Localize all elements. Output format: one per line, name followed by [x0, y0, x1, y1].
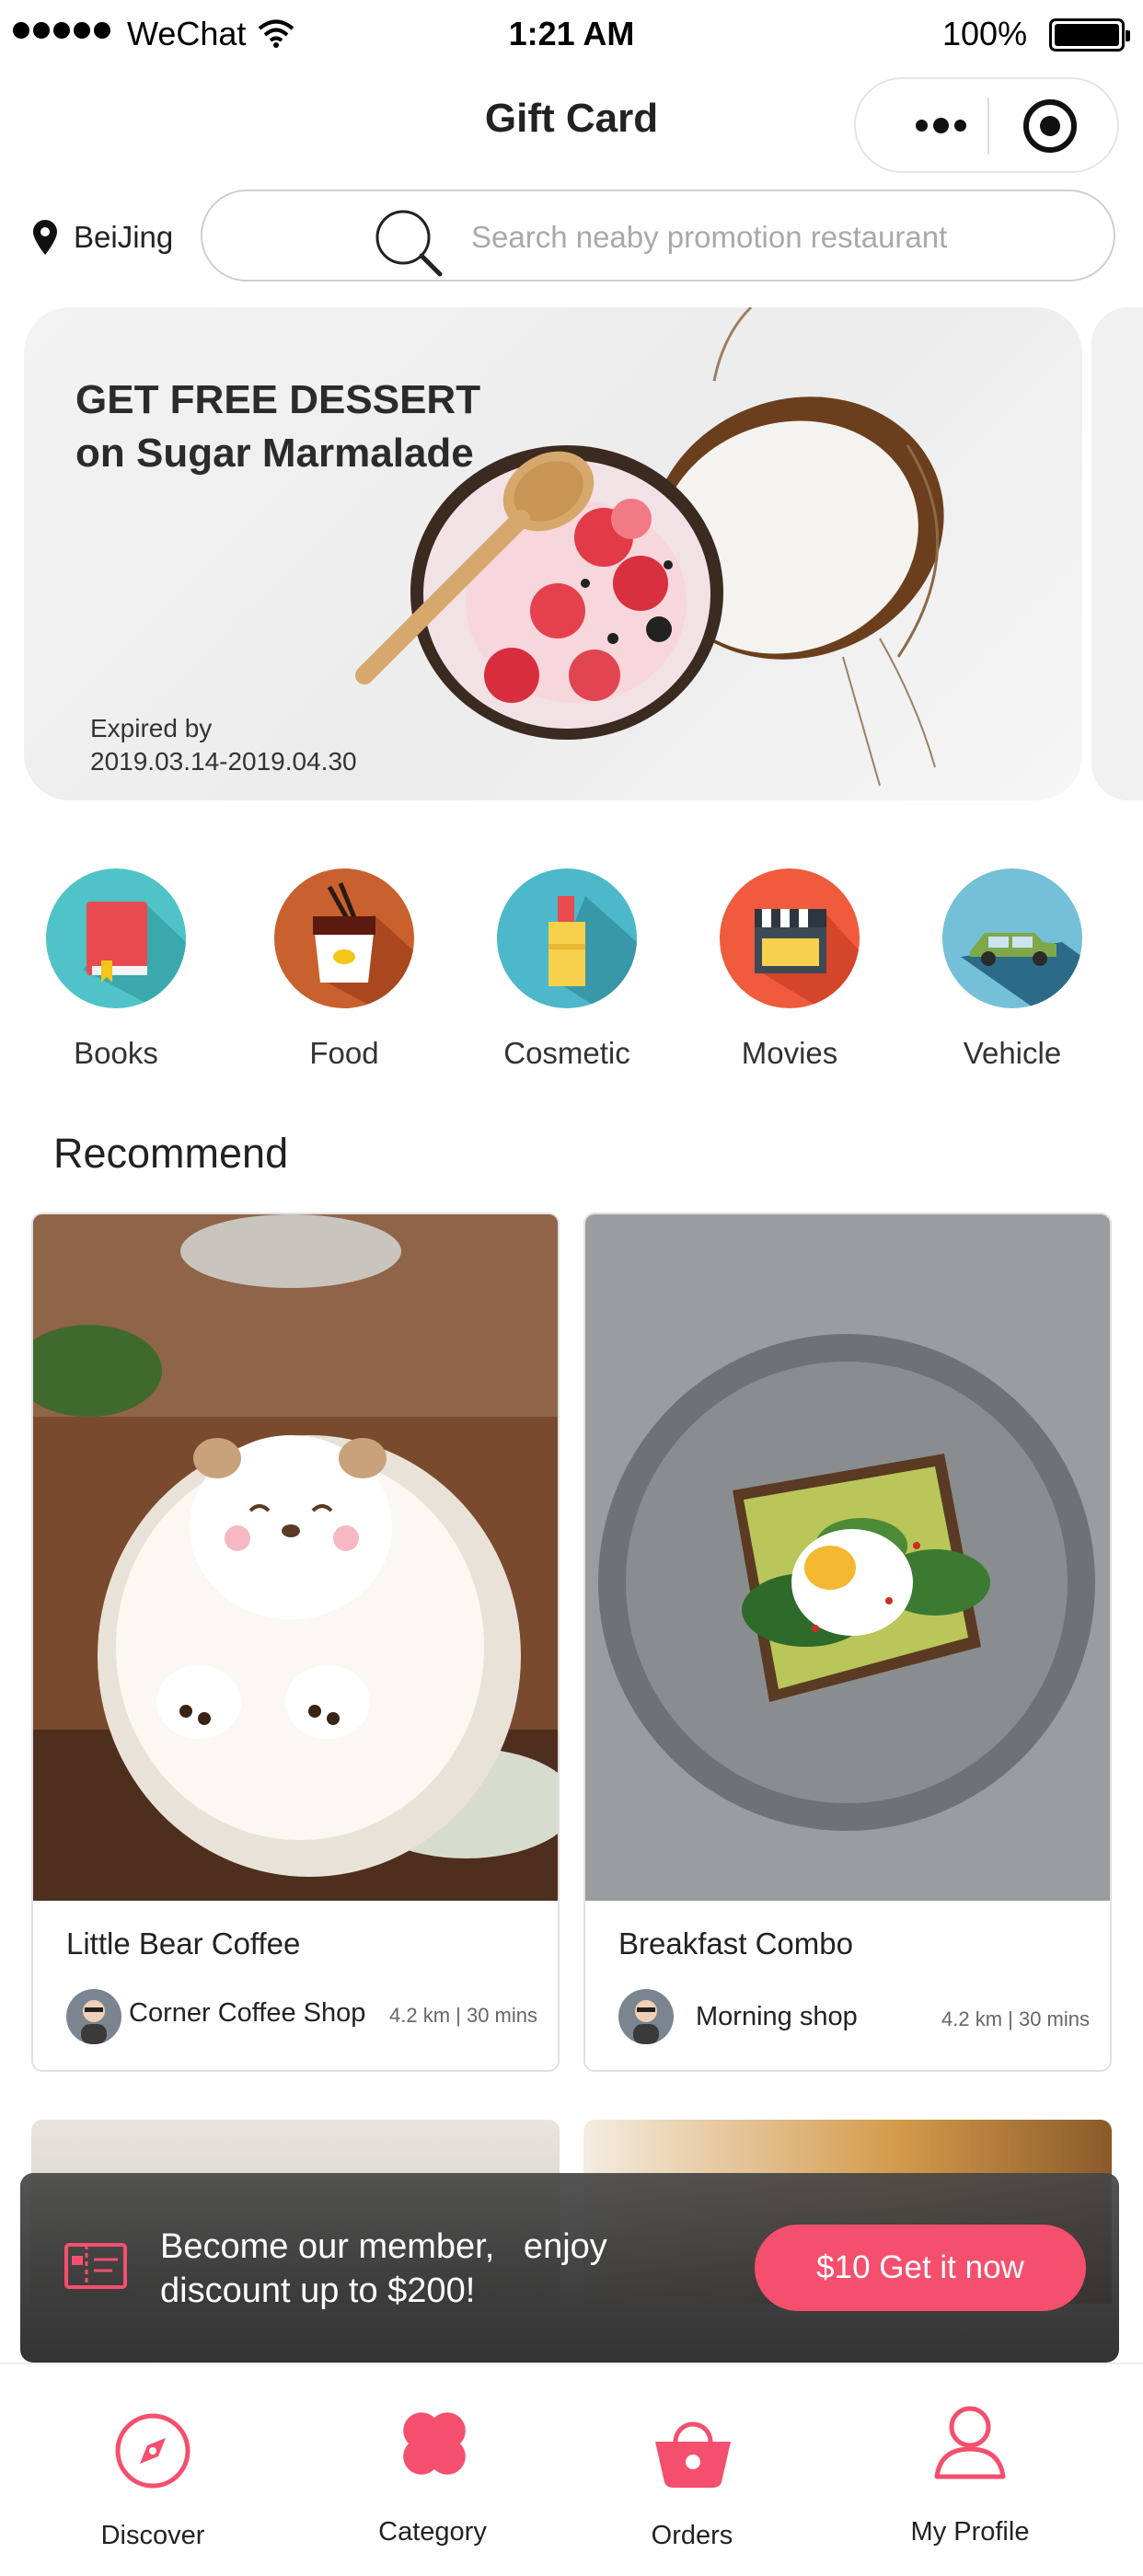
- location-city: BeiJing: [74, 220, 174, 254]
- category-label: Food: [309, 1036, 379, 1070]
- search-icon: [375, 210, 443, 277]
- four-petal-icon: [403, 2412, 466, 2475]
- item-name: Little Bear Coffee: [66, 1926, 301, 1961]
- close-target-icon[interactable]: [1023, 99, 1077, 153]
- more-icon[interactable]: [895, 107, 987, 144]
- category-label: Movies: [741, 1036, 838, 1070]
- expiry-dates: 2019.03.14-2019.04.30: [90, 747, 357, 776]
- category-food[interactable]: Food: [252, 868, 436, 1071]
- category-cosmetic[interactable]: Cosmetic: [475, 868, 659, 1071]
- recommend-heading: Recommend: [53, 1130, 289, 1177]
- tab-label: Discover: [100, 2521, 205, 2550]
- distance-time: 4.2 km | 30 mins: [941, 2007, 1090, 2030]
- bottom-tab-bar: Discover Category Orders My Profile: [0, 2363, 1143, 2576]
- person-icon: [934, 2406, 1006, 2479]
- banner-title: GET FREE DESSERT on Sugar Marmalade: [75, 374, 480, 480]
- tab-label: Orders: [651, 2521, 733, 2550]
- banner-title-line1: GET FREE DESSERT: [75, 377, 481, 422]
- category-label: Vehicle: [963, 1036, 1062, 1070]
- shop-name: Corner Coffee Shop: [129, 1998, 366, 2028]
- status-bar: WeChat 1:21 AM 100%: [0, 0, 1143, 70]
- membership-promo-bar: Become our member, enjoy discount up to …: [20, 2173, 1119, 2363]
- recommend-card-coffee[interactable]: Little Bear Coffee Corner Coffee Shop 4.…: [31, 1213, 560, 2072]
- book-icon: [46, 868, 186, 1008]
- basket-icon: [655, 2421, 731, 2488]
- location-pin-icon: [33, 220, 57, 255]
- category-label: Cosmetic: [503, 1036, 630, 1070]
- expiry-label: Expired by: [90, 714, 213, 742]
- item-name: Breakfast Combo: [618, 1926, 853, 1961]
- battery-icon: [1049, 18, 1130, 52]
- tab-label: Category: [378, 2517, 487, 2547]
- search-input[interactable]: [471, 213, 1079, 261]
- category-movies[interactable]: Movies: [698, 868, 882, 1071]
- tab-label: My Profile: [910, 2517, 1030, 2547]
- tab-orders[interactable]: Orders: [582, 2364, 802, 2576]
- mini-program-capsule: [854, 77, 1119, 173]
- location-selector[interactable]: BeiJing: [33, 217, 173, 258]
- shop-name: Morning shop: [696, 2002, 858, 2031]
- shop-avatar: [618, 1989, 674, 2044]
- recommend-card-breakfast[interactable]: Breakfast Combo Morning shop 4.2 km | 30…: [583, 1213, 1112, 2072]
- capsule-divider: [987, 98, 989, 155]
- next-banner-peek[interactable]: [1091, 307, 1143, 800]
- tab-discover[interactable]: Discover: [42, 2364, 263, 2576]
- membership-line2: discount up to $200!: [160, 2271, 476, 2310]
- category-vehicle[interactable]: Vehicle: [920, 868, 1104, 1071]
- clapperboard-icon: [720, 868, 860, 1008]
- compass-icon: [115, 2413, 190, 2489]
- membership-line1: Become our member, enjoy: [160, 2227, 607, 2266]
- distance-time: 4.2 km | 30 mins: [389, 2004, 537, 2027]
- car-icon: [942, 868, 1082, 1008]
- shop-avatar: [66, 1989, 121, 2044]
- get-membership-button[interactable]: $10 Get it now: [755, 2225, 1086, 2311]
- membership-message: Become our member, enjoy discount up to …: [160, 2225, 607, 2313]
- lipstick-icon: [497, 868, 637, 1008]
- category-label: Books: [74, 1036, 158, 1070]
- avocado-toast-photo: [585, 1214, 1110, 1901]
- search-bar[interactable]: [201, 190, 1115, 282]
- tab-category[interactable]: Category: [322, 2364, 543, 2576]
- banner-title-line2: on Sugar Marmalade: [75, 431, 474, 476]
- category-books[interactable]: Books: [24, 868, 208, 1071]
- ticket-icon: [64, 2243, 127, 2289]
- battery-percent: 100%: [942, 15, 1028, 52]
- tab-my-profile[interactable]: My Profile: [860, 2364, 1080, 2576]
- noodle-box-icon: [274, 868, 414, 1008]
- promo-banner[interactable]: GET FREE DESSERT on Sugar Marmalade Expi…: [24, 307, 1082, 800]
- bear-latte-photo: [33, 1214, 558, 1901]
- banner-expiry: Expired by 2019.03.14-2019.04.30: [90, 712, 357, 778]
